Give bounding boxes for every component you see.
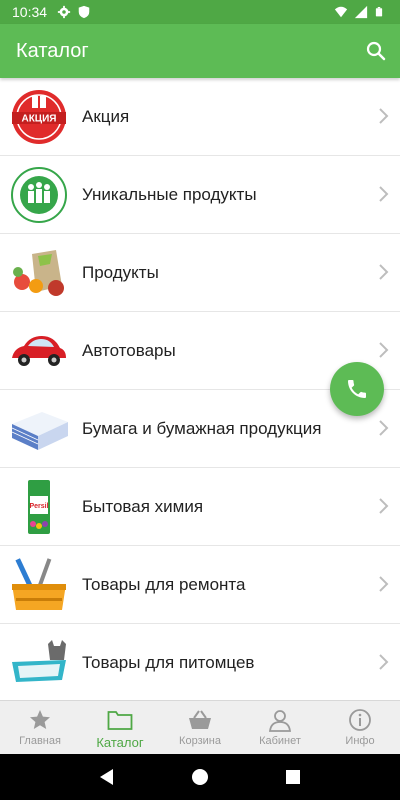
nav-catalog[interactable]: Каталог (80, 701, 160, 755)
category-label: Бумага и бумажная продукция (82, 418, 322, 438)
category-item-unique-products[interactable]: Уникальные продукты (0, 156, 400, 234)
chevron-right-icon (379, 264, 389, 280)
promo-badge-icon: АКЦИЯ (8, 86, 70, 148)
chevron-right-icon (379, 108, 389, 124)
category-item-household-chemicals[interactable]: Persil Бытовая химия (0, 468, 400, 546)
nav-label: Корзина (179, 735, 221, 747)
bottom-nav: Главная Каталог Корзина Кабинет Инфо (0, 700, 400, 755)
settings-gear-icon (57, 5, 71, 19)
paper-stack-icon (8, 398, 70, 460)
nav-label: Главная (19, 735, 61, 747)
chevron-right-icon (379, 576, 389, 592)
nav-home[interactable]: Главная (0, 701, 80, 755)
category-item-groceries[interactable]: Продукты (0, 234, 400, 312)
folder-icon (107, 707, 133, 733)
toolbox-icon (8, 554, 70, 616)
home-icon[interactable] (190, 767, 210, 787)
basket-icon (187, 707, 213, 733)
chevron-right-icon (379, 186, 389, 202)
info-icon (347, 707, 373, 733)
nav-label: Каталог (96, 735, 144, 750)
car-icon (8, 320, 70, 382)
shield-icon (78, 5, 90, 19)
status-bar: 10:34 (0, 0, 400, 24)
category-label: Автотовары (82, 340, 176, 360)
category-label: Товары для ремонта (82, 574, 246, 594)
category-label: Уникальные продукты (82, 184, 257, 204)
category-label: Продукты (82, 262, 159, 282)
call-button[interactable] (330, 362, 384, 416)
nav-label: Кабинет (259, 735, 301, 747)
promo-badge-text: АКЦИЯ (21, 113, 56, 124)
nav-account[interactable]: Кабинет (240, 701, 320, 755)
nav-label: Инфо (345, 735, 375, 747)
category-label: Акция (82, 106, 130, 126)
star-icon (27, 707, 53, 733)
category-item-pets[interactable]: Товары для питомцев (0, 624, 400, 702)
user-icon (267, 707, 293, 733)
category-item-repair[interactable]: Товары для ремонта (0, 546, 400, 624)
chevron-right-icon (379, 342, 389, 358)
status-time: 10:34 (12, 4, 48, 20)
chevron-right-icon (379, 498, 389, 514)
category-label: Товары для питомцев (82, 652, 255, 672)
detergent-icon: Persil (8, 476, 70, 538)
page-title: Каталог (16, 39, 89, 62)
app-bar: Каталог (0, 24, 400, 78)
signal-icon (354, 5, 368, 19)
chevron-right-icon (379, 654, 389, 670)
detergent-brand-text: Persil (29, 503, 48, 510)
system-nav-bar (0, 754, 400, 800)
pet-tray-icon (8, 632, 70, 694)
wifi-icon (334, 6, 348, 18)
back-icon[interactable] (97, 767, 117, 787)
battery-icon (375, 7, 383, 17)
recents-icon[interactable] (283, 767, 303, 787)
category-item-promo[interactable]: АКЦИЯ Акция (0, 78, 400, 156)
nav-cart[interactable]: Корзина (160, 701, 240, 755)
family-logo-icon (8, 164, 70, 226)
groceries-icon (8, 242, 70, 304)
search-icon[interactable] (364, 39, 388, 63)
nav-info[interactable]: Инфо (320, 701, 400, 755)
phone-icon (348, 380, 366, 398)
category-label: Бытовая химия (82, 496, 204, 516)
chevron-right-icon (379, 420, 389, 436)
